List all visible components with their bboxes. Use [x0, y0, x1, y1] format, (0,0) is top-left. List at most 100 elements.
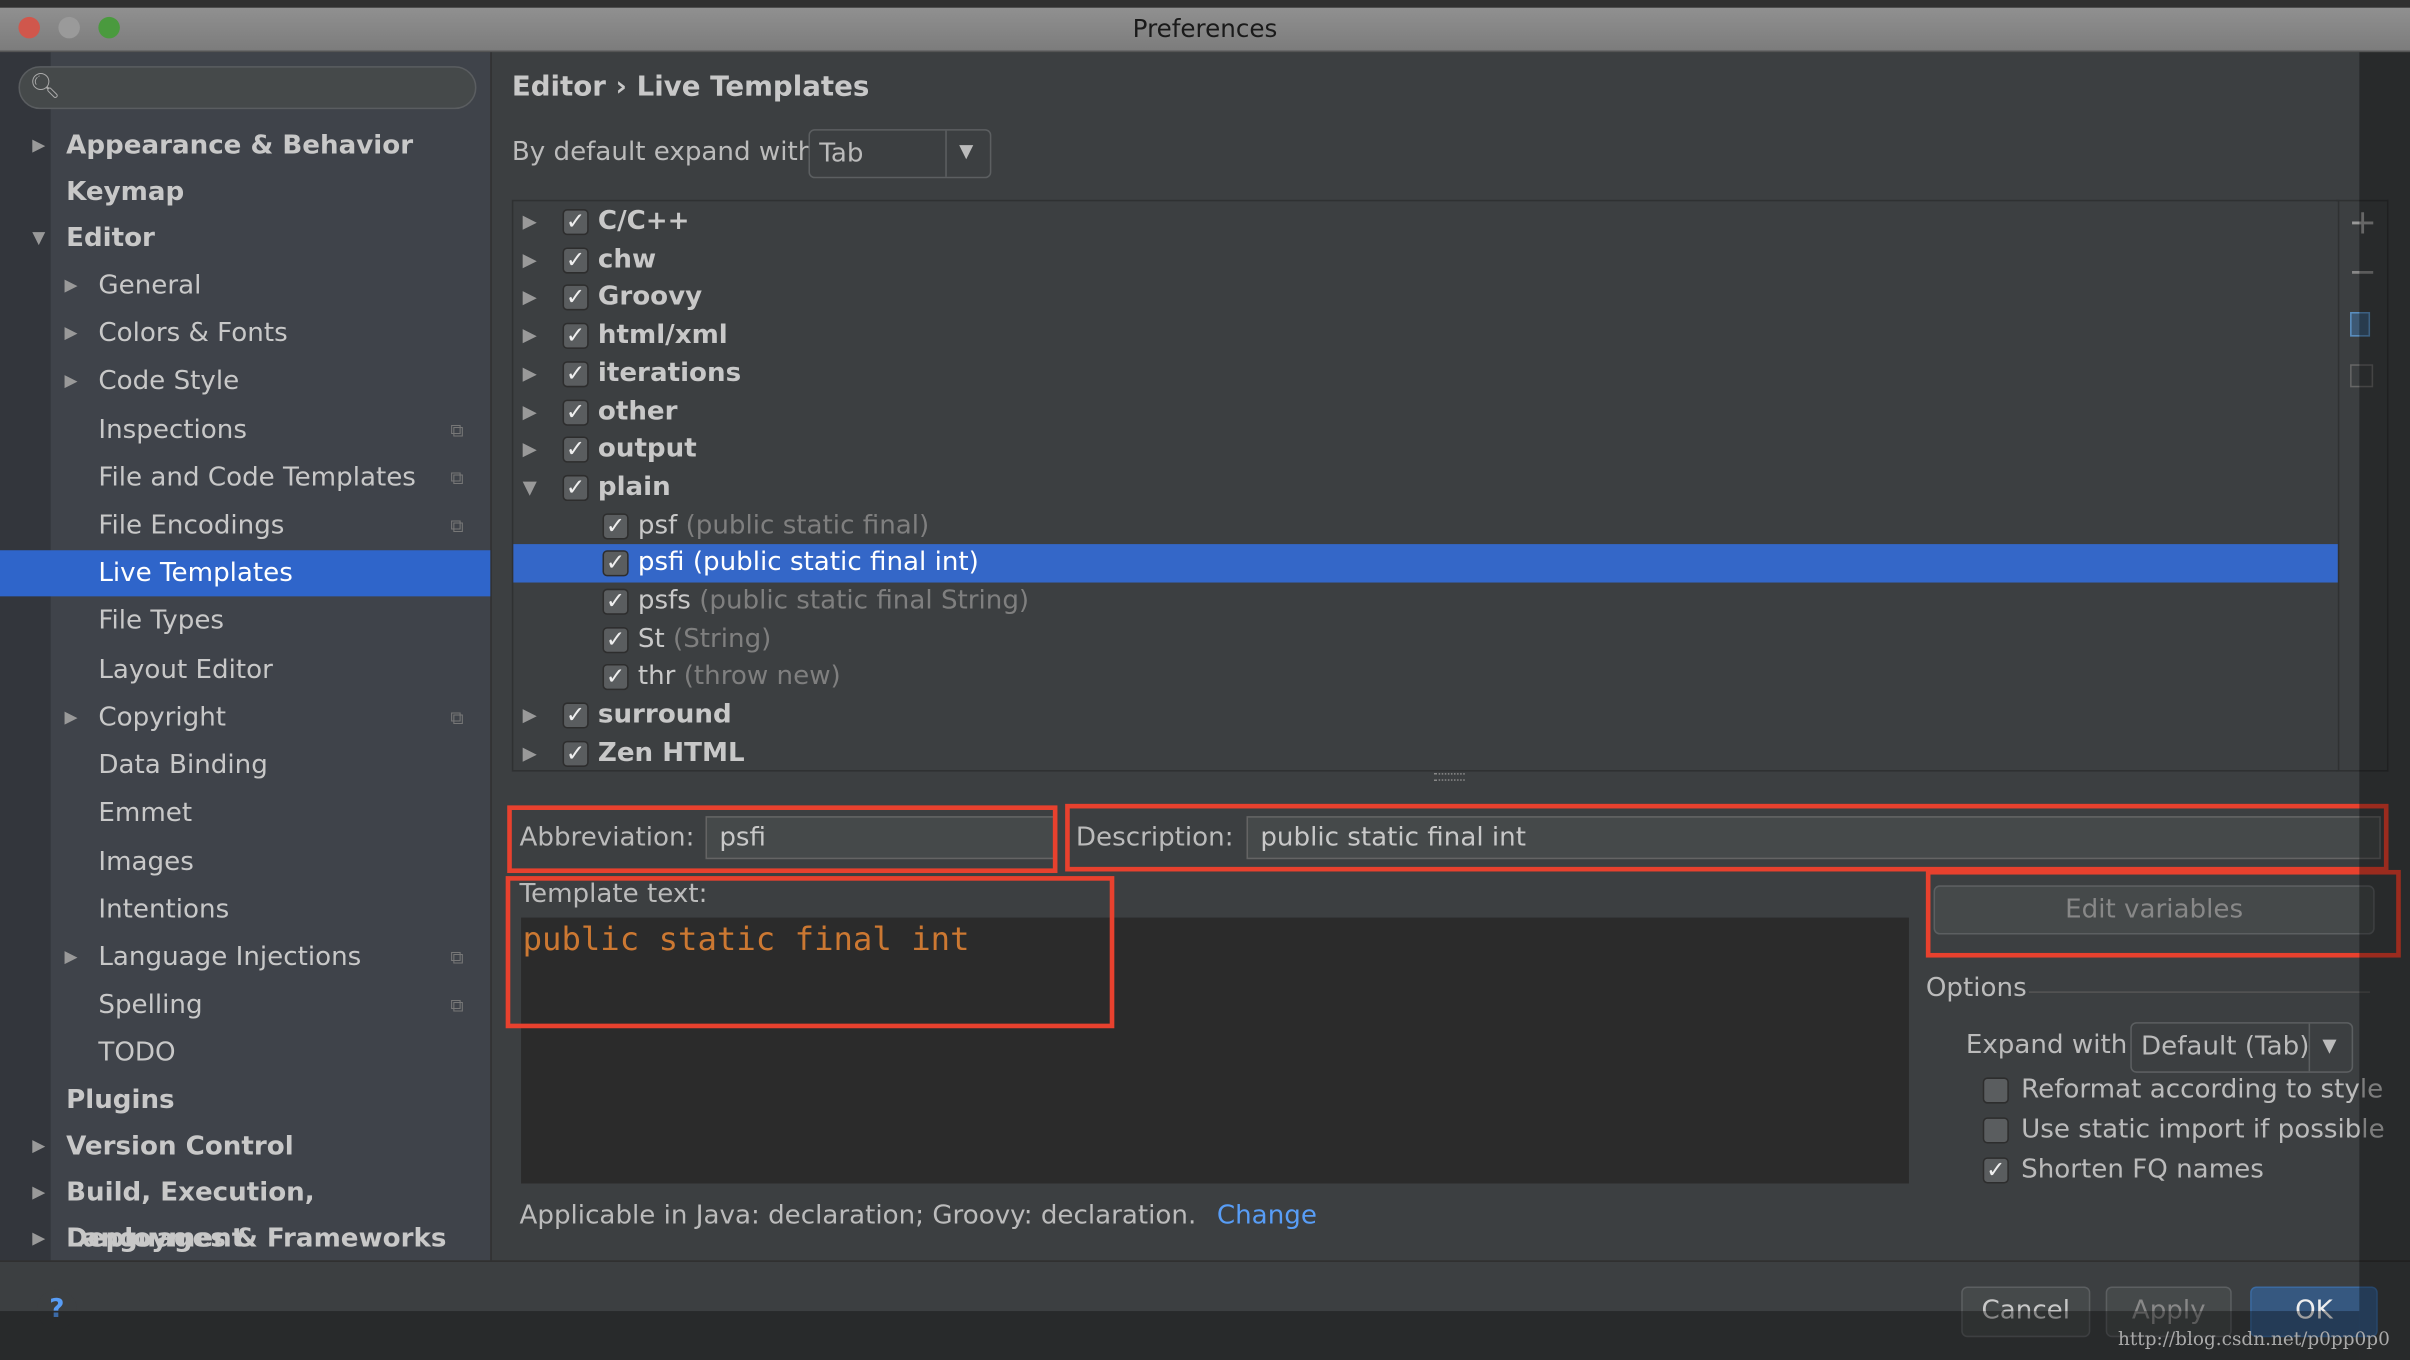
sidebar-item[interactable]: ▶ Language Injections ⧉ — [0, 934, 490, 980]
sidebar-item[interactable]: TODO — [0, 1030, 490, 1076]
template-item[interactable]: ✓ thr (throw new) — [513, 658, 2337, 696]
checkbox[interactable]: ✓ — [602, 588, 629, 615]
chevron-right-icon[interactable]: ▶ — [523, 203, 537, 241]
chevron-down-icon[interactable]: ▼ — [32, 215, 45, 261]
sidebar-item[interactable]: Intentions — [0, 887, 490, 933]
expand-with-label: Expand with — [1965, 1029, 2128, 1061]
chevron-right-icon[interactable]: ▶ — [32, 123, 45, 169]
sidebar-item[interactable]: File and Code Templates ⧉ — [0, 455, 490, 501]
chevron-right-icon[interactable]: ▶ — [523, 393, 537, 431]
chevron-right-icon[interactable]: ▶ — [523, 355, 537, 393]
sidebar-item[interactable]: Images — [0, 839, 490, 885]
chevron-right-icon[interactable]: ▶ — [523, 696, 537, 734]
template-name: output — [597, 433, 697, 465]
chevron-right-icon[interactable]: ▶ — [65, 263, 78, 309]
template-item[interactable]: ✓ psfs (public static final String) — [513, 583, 2337, 621]
sidebar-item[interactable]: ▶ Code Style — [0, 358, 490, 404]
splitter-handle[interactable] — [1434, 773, 1465, 781]
sidebar-item[interactable]: File Encodings ⧉ — [0, 503, 490, 549]
sidebar-item[interactable]: ▶ Build, Execution, Deployment — [0, 1170, 490, 1254]
checkbox[interactable] — [1982, 1077, 2009, 1104]
sidebar-item[interactable]: Spelling ⧉ — [0, 982, 490, 1028]
checkbox[interactable]: ✓ — [562, 740, 589, 767]
chevron-right-icon[interactable]: ▶ — [32, 1124, 45, 1170]
template-name: surround — [597, 699, 732, 731]
template-group[interactable]: ▶ ✓ other — [513, 393, 2337, 431]
checkbox[interactable]: ✓ — [1982, 1157, 2009, 1184]
divider — [0, 1260, 2410, 1262]
chevron-right-icon[interactable]: ▶ — [65, 310, 78, 356]
sidebar-item[interactable]: Inspections ⧉ — [0, 407, 490, 453]
checkbox[interactable]: ✓ — [602, 626, 629, 653]
sidebar-item-label: Editor — [66, 222, 155, 254]
templates-tree[interactable]: ▶ ✓ C/C++ ▶ ✓ chw ▶ ✓ Groovy ▶ ✓ html/xml ▶ ✓ iteratio… — [511, 199, 2340, 772]
chevron-down-icon[interactable]: ▼ — [523, 469, 537, 507]
sidebar-item-label: General — [98, 270, 202, 302]
checkbox[interactable]: ✓ — [562, 436, 589, 463]
checkbox[interactable]: ✓ — [562, 474, 589, 501]
change-link[interactable]: Change — [1217, 1200, 1317, 1231]
expand-with-select[interactable]: Default (Tab) ▼ — [2130, 1022, 2354, 1073]
template-description: (throw new) — [683, 661, 841, 693]
chevron-down-icon: ▼ — [959, 139, 974, 162]
chevron-right-icon[interactable]: ▶ — [32, 1170, 45, 1216]
checkbox[interactable]: ✓ — [562, 246, 589, 274]
chevron-right-icon[interactable]: ▶ — [523, 734, 537, 772]
sidebar-item[interactable]: ▶ Languages & Frameworks — [0, 1216, 490, 1262]
chevron-right-icon[interactable]: ▶ — [65, 934, 78, 980]
template-description: (public static final) — [685, 509, 930, 541]
expand-default-select[interactable]: Tab ▼ — [808, 129, 992, 179]
sidebar-item[interactable]: ▶ Appearance & Behavior — [0, 123, 490, 169]
chevron-right-icon[interactable]: ▶ — [65, 358, 78, 404]
template-group[interactable]: ▶ ✓ Groovy — [513, 279, 2337, 317]
sidebar-item[interactable]: ▼ Editor — [0, 215, 490, 261]
sidebar-item[interactable]: ▶ Colors & Fonts — [0, 310, 490, 356]
breadcrumb-separator: › — [615, 70, 627, 103]
checkbox[interactable]: ✓ — [562, 702, 589, 729]
template-group[interactable]: ▶ ✓ C/C++ — [513, 203, 2337, 241]
search-input[interactable]: 🔍︎ — [18, 66, 477, 110]
sidebar-item[interactable]: Live Templates — [0, 550, 491, 597]
sidebar-item[interactable]: Emmet — [0, 790, 490, 836]
chevron-right-icon[interactable]: ▶ — [523, 241, 537, 279]
template-group[interactable]: ▶ ✓ html/xml — [513, 317, 2337, 355]
template-group[interactable]: ▶ ✓ surround — [513, 696, 2337, 734]
sidebar-item[interactable]: ▶ Copyright ⧉ — [0, 695, 490, 741]
template-group[interactable]: ▶ ✓ chw — [513, 241, 2337, 279]
sidebar-item-label: File Types — [98, 605, 225, 637]
chevron-right-icon[interactable]: ▶ — [523, 317, 537, 355]
checkbox[interactable]: ✓ — [562, 322, 589, 350]
sidebar-item[interactable]: ▶ Version Control — [0, 1124, 490, 1170]
checkbox[interactable]: ✓ — [602, 512, 629, 539]
template-name: psfi — [637, 547, 685, 579]
sidebar-item-label: Emmet — [98, 797, 193, 829]
chevron-right-icon[interactable]: ▶ — [523, 431, 537, 469]
checkbox[interactable]: ✓ — [562, 284, 589, 312]
template-group[interactable]: ▶ ✓ output — [513, 431, 2337, 469]
template-group[interactable]: ▼ ✓ plain — [513, 469, 2337, 507]
sidebar-item[interactable]: Keymap — [0, 169, 490, 215]
breadcrumb-parent[interactable]: Editor — [512, 71, 606, 103]
checkbox[interactable] — [1982, 1117, 2009, 1144]
checkbox[interactable]: ✓ — [602, 550, 629, 577]
chevron-right-icon[interactable]: ▶ — [32, 1216, 45, 1262]
checkbox[interactable]: ✓ — [562, 209, 589, 236]
checkbox[interactable]: ✓ — [602, 664, 629, 691]
template-group[interactable]: ▶ ✓ Zen HTML — [513, 734, 2337, 772]
checkbox[interactable]: ✓ — [562, 360, 589, 388]
sidebar-item[interactable]: File Types — [0, 598, 490, 644]
sidebar-item[interactable]: Layout Editor — [0, 647, 490, 693]
template-item[interactable]: ✓ St (String) — [513, 620, 2337, 658]
sidebar-item-label: Languages & Frameworks — [66, 1223, 447, 1255]
sidebar-item[interactable]: Plugins — [0, 1077, 490, 1123]
sidebar-item[interactable]: Data Binding — [0, 742, 490, 788]
template-item[interactable]: ✓ psfi (public static final int) — [513, 544, 2338, 583]
option-label: Use static import if possible — [2021, 1114, 2385, 1146]
template-item[interactable]: ✓ psf (public static final) — [513, 507, 2337, 545]
template-group[interactable]: ▶ ✓ iterations — [513, 355, 2337, 393]
chevron-right-icon[interactable]: ▶ — [65, 695, 78, 741]
checkbox[interactable]: ✓ — [562, 398, 589, 425]
sidebar-item[interactable]: ▶ General — [0, 263, 490, 309]
sidebar-item-label: Copyright — [98, 702, 227, 734]
chevron-right-icon[interactable]: ▶ — [523, 279, 537, 317]
